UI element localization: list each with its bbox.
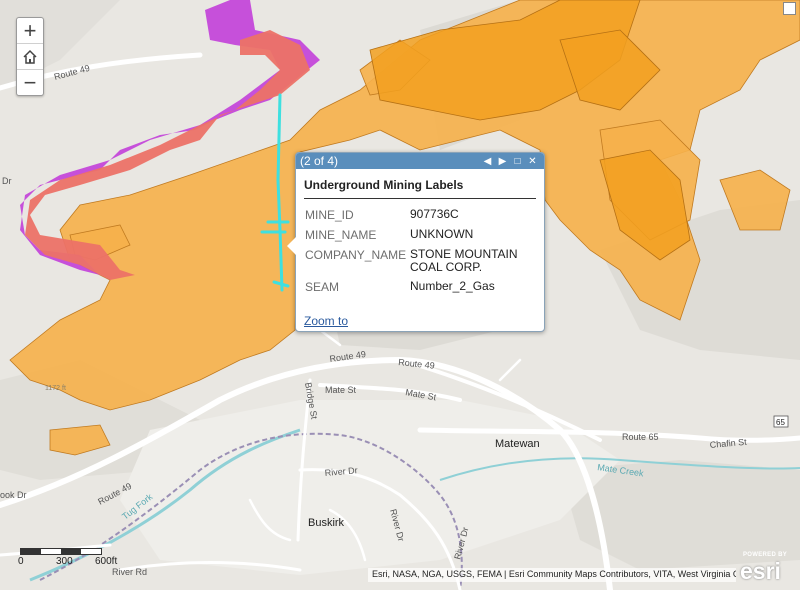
attribution-text[interactable]: Esri, NASA, NGA, USGS, FEMA | Esri Commu… bbox=[368, 568, 736, 582]
zoom-in-button[interactable]: + bbox=[17, 18, 43, 43]
label-hook-dr: ook Dr bbox=[0, 490, 27, 500]
attribute-key: MINE_ID bbox=[305, 208, 354, 222]
attribute-row: SEAM Number_2_Gas bbox=[305, 277, 535, 297]
popup-pointer bbox=[287, 237, 296, 255]
attribute-row: COMPANY_NAME STONE MOUNTAIN COAL CORP. bbox=[305, 245, 535, 277]
attribute-value: Number_2_Gas bbox=[410, 279, 495, 293]
next-feature-icon[interactable]: ▶ bbox=[495, 156, 510, 167]
attribute-key: SEAM bbox=[305, 280, 340, 294]
scale-label-0: 0 bbox=[18, 556, 24, 567]
home-icon bbox=[23, 49, 37, 64]
label-matewan: Matewan bbox=[495, 438, 540, 450]
scale-label-300: 300 bbox=[56, 556, 73, 567]
attribute-row: MINE_ID 907736C bbox=[305, 205, 535, 225]
feature-popup: (2 of 4) ◀ ▶ □ ✕ Underground Mining Labe… bbox=[287, 152, 545, 332]
attribute-value: STONE MOUNTAIN COAL CORP. bbox=[410, 247, 518, 274]
popup-count: (2 of 4) bbox=[300, 154, 339, 168]
svg-text:65: 65 bbox=[776, 418, 785, 427]
scalebar-segment bbox=[21, 549, 41, 554]
popup-title: Underground Mining Labels bbox=[304, 178, 536, 199]
prev-feature-icon[interactable]: ◀ bbox=[480, 156, 495, 167]
label-route65: Route 65 bbox=[622, 432, 659, 442]
label-river-rd: River Rd bbox=[112, 567, 147, 577]
label-contour: 1172 ft bbox=[45, 385, 66, 392]
label-mate-st-w: Mate St bbox=[325, 385, 357, 395]
scalebar-segment bbox=[61, 549, 81, 554]
popup-header: (2 of 4) ◀ ▶ □ ✕ bbox=[296, 153, 544, 169]
attribute-table: MINE_ID 907736C MINE_NAME UNKNOWN COMPAN… bbox=[305, 205, 535, 297]
zoom-to-link[interactable]: Zoom to bbox=[304, 314, 348, 328]
maximize-icon[interactable]: □ bbox=[510, 156, 525, 167]
esri-brand-text: esri bbox=[740, 558, 781, 584]
close-icon[interactable]: ✕ bbox=[525, 156, 540, 167]
scale-label-600: 600ft bbox=[95, 556, 118, 567]
attribute-key: COMPANY_NAME bbox=[305, 248, 407, 262]
zoom-control: + − bbox=[16, 17, 44, 96]
attribute-row: MINE_NAME UNKNOWN bbox=[305, 225, 535, 245]
label-edge-dr: Dr bbox=[2, 176, 12, 186]
zoom-out-button[interactable]: − bbox=[17, 69, 43, 95]
scalebar bbox=[20, 548, 102, 555]
attribute-value: 907736C bbox=[410, 207, 459, 221]
label-buskirk: Buskirk bbox=[308, 517, 345, 529]
edit-toggle-icon[interactable] bbox=[783, 2, 796, 15]
home-button[interactable] bbox=[17, 43, 43, 69]
route-65-shield: 65 bbox=[773, 415, 789, 428]
attribute-value: UNKNOWN bbox=[410, 227, 474, 241]
attribute-key: MINE_NAME bbox=[305, 228, 377, 242]
esri-logo: POWERED BY esri bbox=[738, 552, 794, 584]
